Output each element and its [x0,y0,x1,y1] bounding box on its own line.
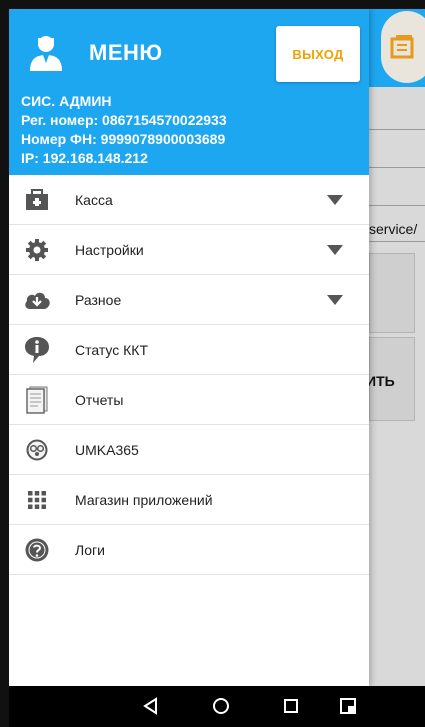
document-icon [23,386,51,414]
background-card[interactable]: ИТЬ [366,337,415,421]
screenshot-icon[interactable] [337,695,359,717]
background-button-text: ИТЬ [366,373,395,389]
menu-item-kassa[interactable]: Касса [9,175,369,225]
user-avatar-icon [30,36,62,71]
menu-item-settings[interactable]: Настройки [9,225,369,275]
ip-address: IP: 192.168.148.212 [21,150,148,166]
recents-icon[interactable] [280,695,302,717]
drawer-menu-list: Касса Настройки Разное Статус ККТ Отчеты… [9,175,369,575]
orders-icon [390,35,414,59]
menu-item-logs[interactable]: Логи [9,525,369,575]
screen: service/ ИТЬ МЕНЮ ВЫХОД СИС. АДМИН Рег. … [9,9,425,686]
background-divider [369,129,425,130]
menu-item-reports[interactable]: Отчеты [9,375,369,425]
menu-item-label: Магазин приложений [75,491,213,508]
background-list-button[interactable] [381,11,425,83]
menu-item-label: Отчеты [75,391,124,408]
menu-item-label: Разное [75,291,122,308]
logout-button[interactable]: ВЫХОД [276,26,360,82]
navigation-drawer: МЕНЮ ВЫХОД СИС. АДМИН Рег. номер: 086715… [9,9,369,686]
menu-item-umka365[interactable]: UMKA365 [9,425,369,475]
background-divider [369,241,425,242]
chevron-down-icon[interactable] [327,245,343,255]
app-grid-icon [23,486,51,514]
drawer-header: МЕНЮ ВЫХОД СИС. АДМИН Рег. номер: 086715… [9,9,369,175]
fn-number: Номер ФН: 9999078900003689 [21,131,226,147]
gear-icon [23,236,51,264]
chevron-down-icon[interactable] [327,195,343,205]
info-bubble-icon [23,336,51,364]
background-divider [369,167,425,168]
user-name: СИС. АДМИН [21,93,112,109]
home-icon[interactable] [210,695,232,717]
device-info: СИС. АДМИН Рег. номер: 0867154570022933 … [21,92,227,168]
cloud-download-icon [23,286,51,314]
device-frame: service/ ИТЬ МЕНЮ ВЫХОД СИС. АДМИН Рег. … [0,0,425,727]
background-divider [369,205,425,206]
back-icon[interactable] [140,695,162,717]
menu-item-label: Касса [75,191,113,208]
menu-item-label: UMKA365 [75,441,139,458]
system-nav-bar [9,686,425,727]
chevron-down-icon[interactable] [327,295,343,305]
menu-item-misc[interactable]: Разное [9,275,369,325]
menu-item-label: Логи [75,541,105,558]
menu-item-kkt-status[interactable]: Статус ККТ [9,325,369,375]
menu-item-app-store[interactable]: Магазин приложений [9,475,369,525]
reg-number: Рег. номер: 0867154570022933 [21,112,227,128]
drawer-title: МЕНЮ [89,40,163,65]
menu-item-label: Настройки [75,241,144,258]
menu-item-label: Статус ККТ [75,341,149,358]
help-circle-icon [23,536,51,564]
umka-logo-icon [23,436,51,464]
background-card [369,253,415,333]
cash-register-icon [23,186,51,214]
background-url-text: service/ [369,221,418,237]
